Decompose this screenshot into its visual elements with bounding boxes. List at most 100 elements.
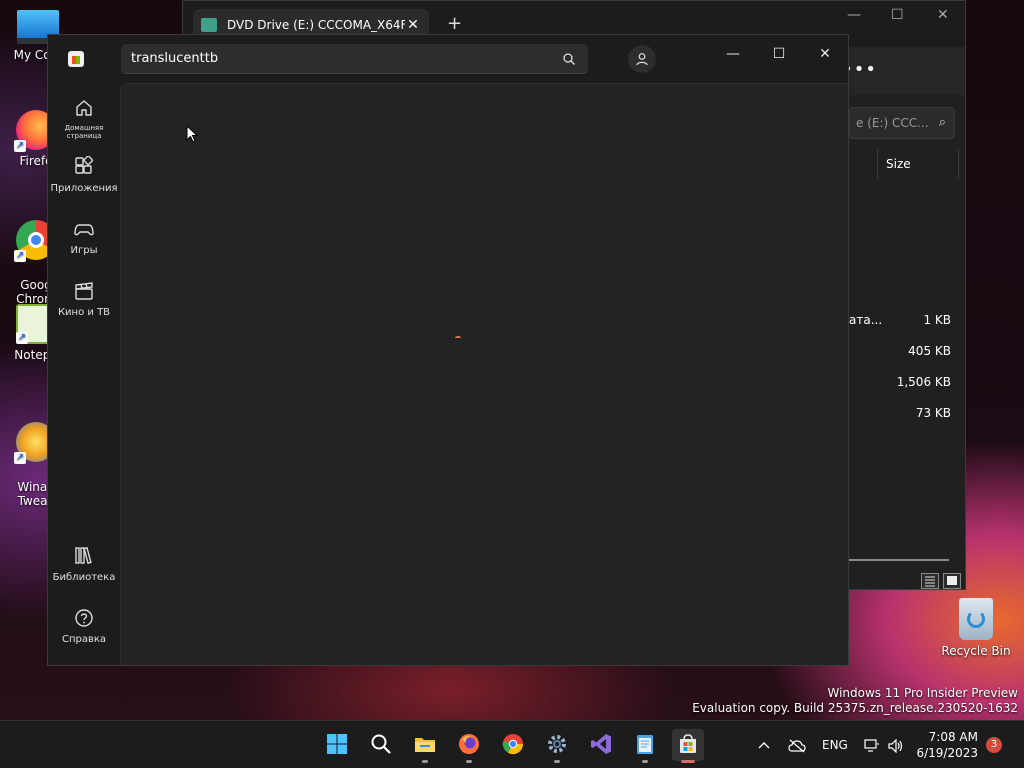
desktop-icon-recycle-bin[interactable]: Recycle Bin [938,598,1014,658]
taskbar-search-button[interactable] [365,729,397,761]
apps-icon [75,156,94,174]
desktop-icon-label: Recycle Bin [941,644,1011,658]
microsoft-store-window: translucenttb — ☐ ✕ Домашняя страница Пр… [47,34,849,666]
onedrive-tray-button[interactable] [788,721,806,768]
running-indicator [554,760,560,763]
store-minimize-button[interactable]: — [710,39,756,69]
taskbar-start-button[interactable] [321,729,353,761]
network-tray-button[interactable] [864,721,880,768]
running-indicator [466,760,472,763]
running-indicator [422,760,428,763]
new-tab-button[interactable]: + [447,13,462,34]
account-button[interactable] [628,45,656,73]
chrome-icon [502,734,524,755]
details-view-button[interactable] [921,573,939,589]
folder-icon [415,738,435,752]
taskbar-file-explorer[interactable] [409,729,441,763]
nav-label-home: Домашняя страница [64,124,104,140]
clapperboard-icon [75,282,93,300]
taskbar-notepad[interactable] [629,729,661,763]
library-icon [75,547,92,564]
horizontal-scrollbar[interactable] [849,559,949,561]
store-titlebar: translucenttb — ☐ ✕ [48,35,848,83]
store-logo-icon [68,51,84,67]
table-row[interactable]: ата... 1 KB [849,313,957,333]
explorer-search-placeholder: e (E:) CCC... [856,116,929,130]
clock-button[interactable]: 7:08 AM 6/19/2023 [916,729,978,761]
clock-date: 6/19/2023 [916,746,978,760]
taskbar-settings[interactable] [541,729,573,763]
nav-item-library[interactable]: Библиотека [48,545,120,583]
tiles-view-icon [947,576,957,585]
gamepad-icon [74,224,94,236]
taskbar: ENG 7:08 AM 6/19/2023 3 [0,720,1024,768]
nav-item-movies[interactable]: Кино и ТВ [48,280,120,318]
nav-label-library: Библиотека [52,572,116,583]
chevron-up-icon [758,741,770,748]
home-icon [76,100,92,116]
store-search-value: translucenttb [131,51,219,66]
show-hidden-icons-button[interactable] [758,721,770,768]
store-sidebar: Домашняя страница Приложения Игры Кино и… [48,83,120,665]
explorer-minimize-button[interactable]: — [847,7,861,23]
active-indicator [681,760,695,763]
language-indicator[interactable]: ENG [822,721,848,768]
list-view-icon [925,576,935,587]
evaluation-watermark: Windows 11 Pro Insider Preview Evaluatio… [692,686,1018,716]
store-close-button[interactable]: ✕ [802,39,848,69]
volume-tray-button[interactable] [888,721,904,768]
firefox-icon [459,734,479,754]
file-size: 73 KB [915,406,951,420]
explorer-close-button[interactable]: ✕ [937,7,949,23]
search-icon [371,734,391,754]
loading-spinner-icon [455,336,461,340]
taskbar-firefox[interactable] [453,729,485,763]
network-icon [864,738,879,752]
store-content-area [120,83,848,665]
taskbar-microsoft-store[interactable] [672,729,704,763]
nav-label-movies: Кино и ТВ [57,307,111,318]
notepad-icon [637,735,653,754]
taskbar-chrome[interactable] [497,729,529,761]
nav-item-games[interactable]: Игры [48,218,120,256]
gear-icon [548,735,566,753]
tiles-view-button[interactable] [943,573,961,589]
search-icon[interactable] [562,52,576,66]
help-icon [75,609,93,627]
nav-item-apps[interactable]: Приложения [48,156,120,194]
cloud-offline-icon [788,739,806,752]
speaker-icon [888,738,903,753]
taskbar-visual-studio[interactable] [585,729,617,761]
column-header-size[interactable]: Size [877,149,959,179]
store-search-input[interactable]: translucenttb [121,44,588,74]
nav-label-games: Игры [70,245,98,256]
nav-label-apps: Приложения [50,183,118,194]
nav-label-help: Справка [61,634,107,645]
watermark-line2: Evaluation copy. Build 25375.zn_release.… [692,701,1018,715]
watermark-line1: Windows 11 Pro Insider Preview [827,686,1018,700]
table-row[interactable]: 73 KB [849,406,957,426]
table-row[interactable]: 1,506 KB [849,375,957,395]
file-size: 1 KB [923,313,951,327]
running-indicator [642,760,648,763]
visual-studio-icon [591,734,611,754]
nav-item-help[interactable]: Справка [48,607,120,645]
notification-badge[interactable]: 3 [986,737,1002,753]
recycle-bin-icon [959,598,993,640]
table-row[interactable]: 405 KB [849,344,957,364]
dvd-drive-icon [201,18,217,32]
explorer-search-input[interactable]: e (E:) CCC... ⌕ [849,107,955,139]
microsoft-store-icon [680,734,696,753]
store-maximize-button[interactable]: ☐ [756,39,802,69]
explorer-maximize-button[interactable]: ☐ [891,7,904,23]
nav-item-home[interactable]: Домашняя страница [48,97,120,140]
close-tab-icon[interactable]: ✕ [405,17,421,33]
file-size: 1,506 KB [896,375,951,389]
explorer-tab-title: DVD Drive (E:) CCCOMA_X64FI [227,18,405,32]
file-name: ата... [849,313,883,327]
clock-time: 7:08 AM [928,730,978,744]
mouse-cursor-icon [186,125,198,143]
windows-start-icon [327,734,347,754]
user-icon [636,53,648,66]
search-icon: ⌕ [938,115,946,130]
